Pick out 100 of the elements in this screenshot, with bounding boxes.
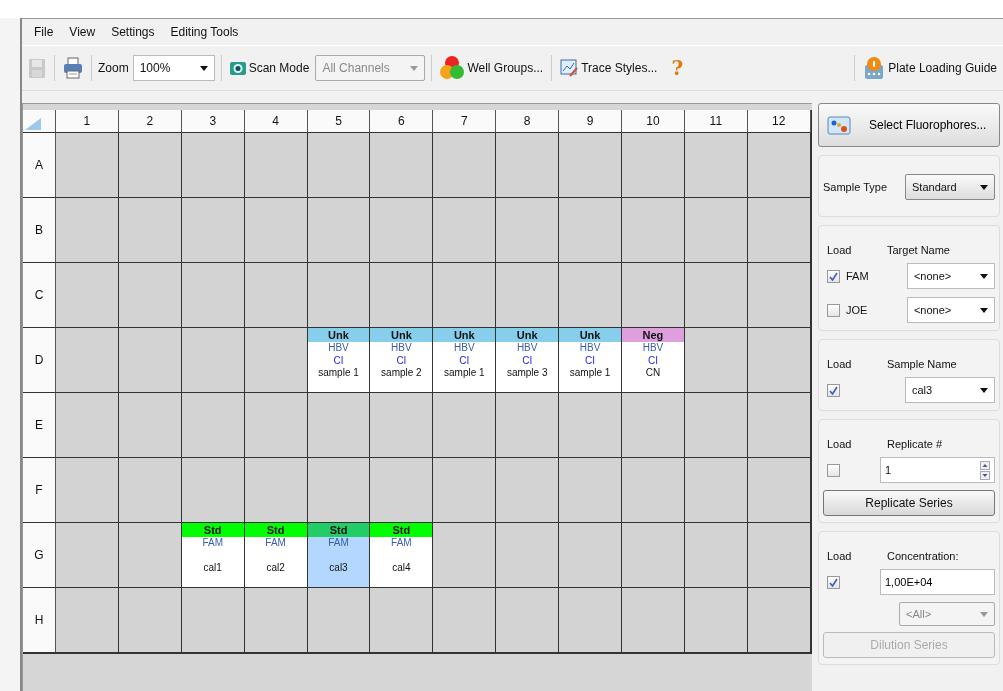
well-group: CI: [433, 354, 496, 367]
row-header[interactable]: D: [23, 328, 56, 393]
well-target: FAM: [390, 537, 413, 550]
fluorophore-vials-icon: [827, 114, 851, 136]
zoom-dropdown[interactable]: 100%: [132, 55, 215, 81]
well-groups-button[interactable]: Well Groups...: [438, 53, 546, 83]
well-sample: cal1: [202, 562, 223, 575]
well-group: CI: [622, 354, 684, 367]
concentration-field[interactable]: 1,00E+04: [880, 569, 995, 595]
plate-well[interactable]: Unk HBV CI sample 1: [559, 328, 622, 393]
plate-well[interactable]: Std FAM cal2: [244, 523, 308, 588]
trace-styles-button[interactable]: Trace Styles...: [558, 57, 660, 79]
replicate-spinner[interactable]: 1: [880, 457, 995, 483]
well-group: CI: [370, 354, 433, 367]
column-header[interactable]: 10: [622, 110, 685, 133]
column-header[interactable]: 4: [244, 110, 308, 133]
caret-icon: [199, 66, 208, 71]
plate-well[interactable]: Unk HBV CI sample 2: [370, 328, 434, 393]
load-label: Load: [826, 550, 853, 562]
column-header[interactable]: 12: [747, 110, 811, 133]
menu-item[interactable]: Settings: [111, 25, 155, 41]
well-sample: cal3: [328, 562, 349, 575]
plate-well[interactable]: Neg HBV CI CN: [622, 328, 685, 393]
sample-type-dropdown[interactable]: Standard: [905, 174, 995, 200]
well-sample: sample 2: [380, 367, 423, 380]
checkbox[interactable]: [827, 463, 840, 477]
well-group: CI: [559, 354, 621, 367]
fluorophore-label: FAM: [846, 270, 869, 282]
load-label: Load: [826, 438, 853, 450]
chart-pencil-icon: [560, 59, 579, 77]
well-type-label: Unk: [496, 328, 559, 342]
well-type-label: Unk: [307, 328, 370, 342]
menu-item[interactable]: Editing Tools: [170, 25, 239, 41]
colored-spheres-icon: [440, 55, 465, 81]
row-header[interactable]: B: [23, 198, 56, 263]
menu-item[interactable]: View: [69, 25, 96, 41]
well-sample: sample 1: [317, 367, 360, 380]
replicate-series-button[interactable]: Replicate Series: [823, 490, 995, 516]
well-target: FAM: [201, 537, 224, 550]
well-type-label: Unk: [370, 328, 433, 342]
menu-item[interactable]: File: [34, 25, 54, 41]
plate-well[interactable]: Unk HBV CI sample 1: [307, 328, 371, 393]
well-target: HBV: [641, 342, 665, 355]
caret-icon: [980, 274, 988, 279]
row-header[interactable]: E: [23, 393, 56, 458]
well-sample: sample 1: [443, 367, 486, 380]
well-group: CI: [307, 354, 370, 367]
sample-type-label: Sample Type: [823, 181, 887, 193]
load-label: Load: [826, 358, 853, 370]
sample-name-dropdown[interactable]: cal3: [905, 377, 995, 403]
row-header[interactable]: A: [23, 133, 56, 198]
caret-icon: [410, 66, 419, 71]
well-target: HBV: [453, 342, 476, 355]
column-header[interactable]: 9: [559, 110, 622, 133]
well-type-label: Std: [181, 523, 244, 537]
plate-well[interactable]: Std FAM cal1: [181, 523, 245, 588]
camera-icon: [229, 60, 246, 76]
well-type-label: Neg: [622, 328, 684, 342]
plate-well[interactable]: Unk HBV CI sample 1: [433, 328, 497, 393]
row-header[interactable]: F: [23, 458, 56, 523]
plate-well[interactable]: Std FAM cal4: [370, 523, 434, 588]
well-type-label: Std: [370, 523, 433, 537]
row-header[interactable]: G: [23, 523, 56, 588]
well-target: HBV: [327, 342, 350, 355]
well-target: HBV: [390, 342, 413, 355]
select-all-icon: [25, 118, 41, 130]
plate-loading-guide-button[interactable]: Plate Loading Guide: [861, 54, 999, 82]
checkbox[interactable]: [827, 575, 840, 589]
column-header[interactable]: 6: [370, 110, 434, 133]
plate-well[interactable]: Std FAM cal3: [307, 523, 371, 588]
column-header[interactable]: 7: [433, 110, 497, 133]
column-header[interactable]: 11: [684, 110, 748, 133]
checkbox[interactable]: [827, 383, 840, 397]
well-type-label: Unk: [433, 328, 496, 342]
row-header[interactable]: H: [23, 588, 56, 653]
well-sample: sample 3: [505, 367, 549, 380]
column-header[interactable]: 1: [56, 110, 119, 133]
printer-icon: [63, 57, 83, 79]
column-header[interactable]: 2: [118, 110, 182, 133]
column-header[interactable]: 8: [496, 110, 560, 133]
well-target: FAM: [264, 537, 287, 550]
well-sample: cal2: [265, 562, 286, 575]
well-sample: CN: [644, 367, 662, 380]
column-header[interactable]: 5: [307, 110, 371, 133]
target-dropdown[interactable]: <none>: [906, 263, 995, 289]
column-header[interactable]: 3: [181, 110, 245, 133]
caret-icon: [980, 185, 988, 190]
checkbox[interactable]: [827, 269, 840, 283]
select-fluorophores-button[interactable]: Select Fluorophores...: [818, 103, 1000, 147]
column-label: Target Name: [887, 244, 950, 256]
print-button[interactable]: [61, 55, 85, 81]
checkbox[interactable]: [827, 303, 840, 317]
well-type-label: Std: [244, 523, 307, 537]
well-sample: cal4: [391, 562, 412, 575]
load-label: Load: [826, 244, 853, 256]
well-type-label: Std: [307, 523, 370, 537]
plate-well[interactable]: Unk HBV CI sample 3: [496, 328, 560, 393]
well-sample: sample 1: [568, 367, 612, 380]
row-header[interactable]: C: [23, 263, 56, 328]
target-dropdown[interactable]: <none>: [906, 297, 995, 323]
